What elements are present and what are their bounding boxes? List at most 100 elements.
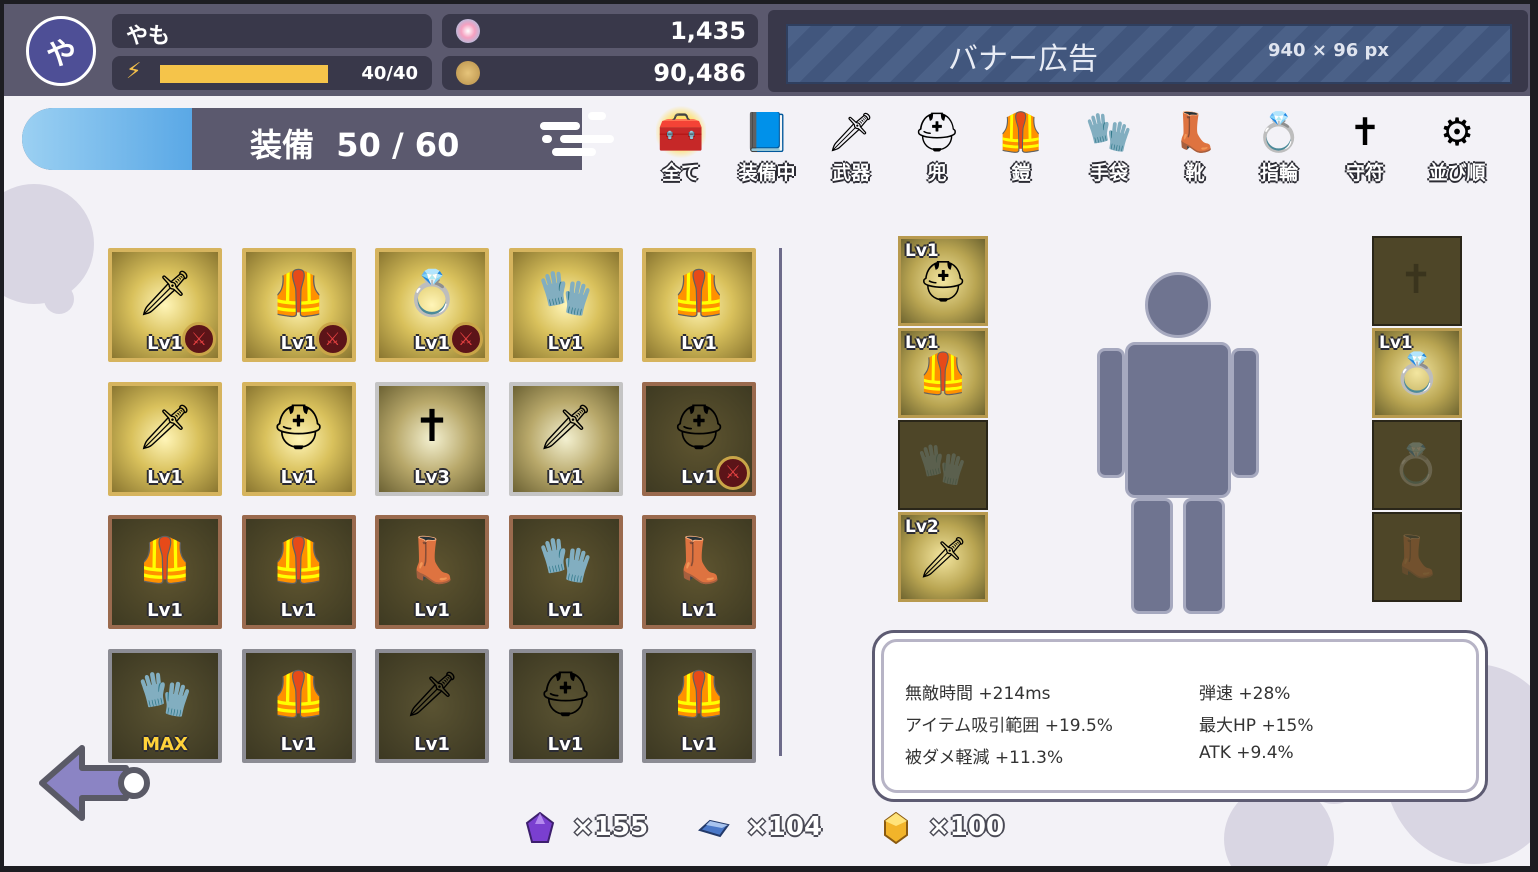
boots-icon: 👢: [671, 535, 727, 586]
inventory-slot-dagger[interactable]: 🗡 Lv1: [508, 381, 623, 496]
helmet-icon: ⛑: [270, 401, 327, 453]
resource-gold-crystal: ×100: [880, 808, 1020, 848]
dagger-icon: 🗡: [537, 401, 594, 453]
amulet-icon: ✝: [1349, 110, 1381, 154]
equipped-slot-dagger[interactable]: 🗡 Lv2: [898, 512, 988, 602]
stamina-panel: ⚡ 40/40: [112, 56, 432, 90]
tab-ring[interactable]: 💍 指輪: [1238, 100, 1320, 190]
stat-damage-reduction: 被ダメ軽減 +11.3%: [905, 748, 1064, 768]
item-level: Lv1: [681, 600, 717, 621]
resource-value: ×104: [746, 812, 823, 842]
item-level: Lv1: [905, 333, 939, 353]
equipped-slot-helmet[interactable]: ⛑ Lv1: [898, 236, 988, 326]
inventory-slot-armor[interactable]: 🦺 Lv1: [241, 648, 356, 763]
equipped-badge-icon: ⚔: [716, 455, 750, 490]
background-blob: [44, 284, 74, 314]
armor-icon: 🦺: [271, 535, 326, 586]
inventory-slot-gauntlet[interactable]: 🧤 Lv1: [508, 515, 623, 629]
tab-helmet[interactable]: ⛑ 兜: [896, 100, 978, 190]
boots-icon: 👢: [1171, 109, 1219, 154]
ring-icon: 💍: [1391, 441, 1441, 488]
tab-armor[interactable]: 🦺 鎧: [980, 100, 1062, 190]
inventory-slot-armor[interactable]: 🦺 Lv1: [108, 515, 222, 629]
equipped-slot-ring[interactable]: 💍 Lv1: [1372, 328, 1462, 418]
tab-book[interactable]: 📘 装備中: [726, 100, 808, 190]
banner-ad-area: バナー広告 940 × 96 px: [786, 24, 1512, 84]
inventory-slot-amulet[interactable]: ✝ Lv3: [375, 381, 489, 496]
speed-line: [560, 135, 614, 143]
inventory-slot-armor[interactable]: 🦺 Lv1: [642, 648, 756, 763]
stamina-bar: [160, 65, 328, 83]
inventory-slot-ring[interactable]: 💍 Lv1 ⚔: [375, 248, 489, 362]
inventory-slot-gauntlet[interactable]: 🧤 Lv1: [508, 248, 623, 362]
resource-purple-crystal: ×155: [524, 808, 664, 848]
item-level: Lv1: [547, 733, 584, 755]
tab-label: 全て: [661, 162, 700, 184]
silhouette-right-leg: [1183, 498, 1225, 614]
speed-line: [542, 135, 552, 143]
silhouette-right-arm: [1231, 348, 1259, 478]
tab-boots[interactable]: 👢 靴: [1154, 100, 1236, 190]
gauntlet-icon: 🧤: [137, 668, 193, 720]
inventory-slot-armor[interactable]: 🦺 Lv1: [241, 515, 356, 629]
gear-icon: ⚙: [1439, 110, 1475, 154]
inventory-slot-boots[interactable]: 👢 Lv1: [375, 515, 489, 629]
inventory-slot-helmet[interactable]: ⛑ Lv1 ⚔: [642, 381, 756, 496]
item-level: Lv1: [414, 733, 450, 755]
tab-treasure-chest[interactable]: 🧰 全て: [640, 100, 722, 190]
stat-atk: ATK +9.4%: [1199, 743, 1294, 763]
item-level: Lv1: [681, 333, 717, 354]
equipped-slot-amulet[interactable]: ✝: [1372, 236, 1462, 326]
equipped-badge-icon: ⚔: [449, 322, 483, 356]
inventory-slot-armor[interactable]: 🦺 Lv1: [642, 248, 756, 362]
equipped-badge-icon: ⚔: [182, 322, 216, 356]
equipment-screen: や やも ⚡ 40/40 1,435 90,486 バナー広告 940 × 96…: [4, 4, 1530, 866]
player-name-panel: やも: [112, 14, 432, 49]
ring-icon: 💍: [1255, 109, 1303, 154]
equipped-slot-gauntlet[interactable]: 🧤: [898, 420, 988, 510]
item-level: Lv1: [1379, 333, 1413, 353]
tab-dagger[interactable]: 🗡 武器: [810, 100, 892, 190]
speed-line: [588, 112, 606, 120]
inventory-slot-armor[interactable]: 🦺 Lv1 ⚔: [241, 248, 356, 362]
item-level: Lv3: [414, 466, 450, 488]
stat-bullet-speed: 弾速 +28%: [1199, 684, 1291, 704]
item-level: Lv1: [547, 600, 584, 621]
item-level: Lv1: [414, 600, 450, 621]
armor-icon: 🦺: [671, 668, 727, 720]
top-status-bar: や やも ⚡ 40/40 1,435 90,486 バナー広告 940 × 96…: [4, 4, 1530, 96]
helmet-icon: ⛑: [671, 401, 727, 453]
tab-gear[interactable]: ⚙ 並び順: [1416, 100, 1498, 190]
item-level: Lv1: [280, 466, 317, 488]
inventory-slot-helmet[interactable]: ⛑ Lv1: [241, 381, 356, 496]
gauntlet-icon: 🧤: [1085, 109, 1133, 154]
item-level: Lv1: [547, 333, 584, 354]
silhouette-left-leg: [1131, 498, 1173, 614]
lightning-icon: ⚡: [126, 59, 142, 84]
equipped-slot-boots[interactable]: 👢: [1372, 512, 1462, 602]
banner-title: バナー広告: [948, 42, 1098, 77]
gem-counter: 1,435: [442, 14, 758, 48]
gauntlet-icon: 🧤: [917, 441, 967, 488]
banner-ad[interactable]: バナー広告 940 × 96 px: [768, 10, 1528, 92]
inventory-slot-dagger[interactable]: 🗡 Lv1: [375, 648, 489, 763]
tab-amulet[interactable]: ✝ 守符: [1324, 100, 1406, 190]
inventory-slot-dagger[interactable]: 🗡 Lv1 ⚔: [108, 248, 222, 362]
equipped-slot-ring[interactable]: 💍: [1372, 420, 1462, 510]
tab-gauntlet[interactable]: 🧤 手袋: [1068, 100, 1150, 190]
tab-label: 靴: [1185, 162, 1205, 184]
stat-pickup-range: アイテム吸引範囲 +19.5%: [905, 716, 1113, 736]
inventory-slot-helmet[interactable]: ⛑ Lv1: [508, 648, 623, 763]
inventory-slot-boots[interactable]: 👢 Lv1: [642, 515, 756, 629]
gem-count: 1,435: [670, 17, 746, 45]
gauntlet-icon: 🧤: [538, 535, 593, 586]
dagger-icon: 🗡: [404, 668, 460, 720]
dagger-icon: 🗡: [826, 109, 876, 154]
equipped-slot-armor[interactable]: 🦺 Lv1: [898, 328, 988, 418]
boots-icon: 👢: [1391, 533, 1441, 580]
back-arrow-button[interactable]: [34, 738, 154, 828]
tab-label: 手袋: [1089, 162, 1128, 184]
amulet-icon: ✝: [1399, 257, 1433, 303]
avatar[interactable]: や: [26, 16, 96, 86]
inventory-slot-dagger[interactable]: 🗡 Lv1: [108, 381, 222, 496]
